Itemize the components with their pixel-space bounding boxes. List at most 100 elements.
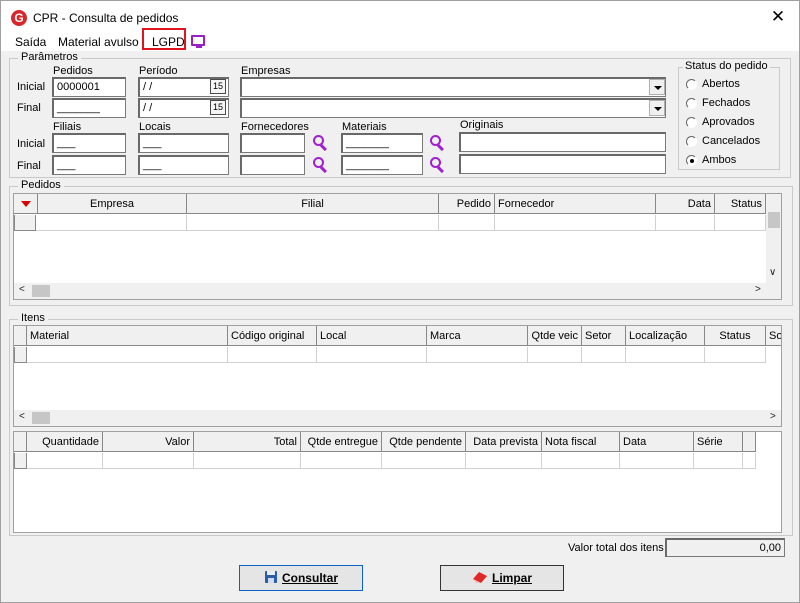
table-cell[interactable]	[194, 453, 301, 469]
table-cell[interactable]	[715, 215, 766, 231]
table-cell[interactable]	[620, 453, 694, 469]
table-cell[interactable]	[694, 453, 743, 469]
table-cell[interactable]	[27, 453, 103, 469]
filial-inicial-input[interactable]: ___	[52, 133, 126, 153]
original-inicial-input[interactable]	[459, 132, 666, 152]
table-cell[interactable]	[705, 347, 766, 363]
table-cell[interactable]	[439, 215, 495, 231]
pedidos-grid[interactable]: Empresa Filial Pedido Fornecedor Data St…	[13, 193, 782, 300]
empresa-inicial-select[interactable]	[240, 77, 666, 97]
limpar-button[interactable]: Limpar	[440, 565, 564, 591]
radio-ambos[interactable]	[686, 155, 697, 166]
col-setor[interactable]: Setor	[582, 326, 626, 346]
close-button[interactable]: ✕	[763, 4, 793, 30]
table-cell[interactable]	[542, 453, 620, 469]
col-filial[interactable]: Filial	[187, 194, 439, 214]
col-data-item[interactable]: Data	[620, 432, 694, 452]
pedido-inicial-input[interactable]: 0000001	[52, 77, 126, 97]
radio-aprovados[interactable]	[686, 117, 697, 128]
table-cell[interactable]	[301, 453, 382, 469]
radio-cancelados[interactable]	[686, 136, 697, 147]
col-material[interactable]: Material	[27, 326, 228, 346]
search-fornecedor-inicial-icon[interactable]	[311, 134, 329, 152]
pedidos-vscroll[interactable]: ∨	[766, 194, 781, 283]
consultar-button[interactable]: Consultar	[239, 565, 363, 591]
pedidos-hscroll[interactable]: < >	[14, 283, 781, 299]
table-cell[interactable]	[187, 215, 439, 231]
original-final-input[interactable]	[459, 154, 666, 174]
calendar-inicial-icon[interactable]: 15	[210, 79, 226, 94]
col-qtde-veic[interactable]: Qtde veic	[528, 326, 582, 346]
col-serie[interactable]: Série	[694, 432, 743, 452]
col-status[interactable]: Status	[715, 194, 766, 214]
table-cell[interactable]	[582, 347, 626, 363]
scroll-down-icon[interactable]: ∨	[769, 267, 776, 278]
fornecedor-final-input[interactable]	[240, 155, 305, 175]
col-valor[interactable]: Valor	[103, 432, 194, 452]
monitor-icon[interactable]	[191, 35, 205, 48]
material-inicial-input[interactable]: _______	[341, 133, 423, 153]
table-cell[interactable]	[495, 215, 656, 231]
table-cell[interactable]	[103, 453, 194, 469]
row-indicator[interactable]	[14, 215, 36, 231]
table-cell[interactable]	[27, 347, 228, 363]
col-fornecedor[interactable]: Fornecedor	[495, 194, 656, 214]
table-cell[interactable]	[626, 347, 705, 363]
itens-detail-grid[interactable]: Quantidade Valor Total Qtde entregue Qtd…	[13, 431, 782, 533]
col-marca[interactable]: Marca	[427, 326, 528, 346]
table-cell[interactable]	[382, 453, 466, 469]
empresa-final-select[interactable]	[240, 98, 666, 118]
scroll-thumb[interactable]	[32, 412, 50, 424]
itens-hscroll[interactable]: < >	[14, 410, 781, 426]
col-so[interactable]: So	[766, 326, 781, 346]
col-qtde-pendente[interactable]: Qtde pendente	[382, 432, 466, 452]
table-cell[interactable]	[427, 347, 528, 363]
scroll-left-icon[interactable]: <	[19, 284, 25, 295]
table-cell[interactable]	[656, 215, 715, 231]
scroll-right-icon[interactable]: >	[755, 284, 761, 295]
empresa-inicial-dropdown-icon[interactable]	[649, 79, 665, 95]
row-indicator[interactable]	[14, 347, 27, 363]
empresa-final-dropdown-icon[interactable]	[649, 100, 665, 116]
scroll-left-icon[interactable]: <	[19, 411, 25, 422]
col-total[interactable]: Total	[194, 432, 301, 452]
material-final-input[interactable]: _______	[341, 155, 423, 175]
itens-grid[interactable]: Material Código original Local Marca Qtd…	[13, 325, 782, 427]
col-codigo-original[interactable]: Código original	[228, 326, 317, 346]
table-cell[interactable]	[528, 347, 582, 363]
scroll-thumb[interactable]	[32, 285, 50, 297]
local-inicial-input[interactable]: ___	[138, 133, 229, 153]
search-material-inicial-icon[interactable]	[428, 134, 446, 152]
col-pedido[interactable]: Pedido	[439, 194, 495, 214]
col-data-prevista[interactable]: Data prevista	[466, 432, 542, 452]
table-cell[interactable]	[228, 347, 317, 363]
radio-abertos[interactable]	[686, 79, 697, 90]
scroll-thumb[interactable]	[768, 212, 780, 228]
local-final-input[interactable]: ___	[138, 155, 229, 175]
menu-material-avulso[interactable]: Material avulso	[58, 35, 139, 49]
table-cell[interactable]	[466, 453, 542, 469]
radio-fechados[interactable]	[686, 98, 697, 109]
col-empresa[interactable]: Empresa	[38, 194, 187, 214]
col-local[interactable]: Local	[317, 326, 427, 346]
col-qtde-entregue[interactable]: Qtde entregue	[301, 432, 382, 452]
calendar-final-icon[interactable]: 15	[210, 100, 226, 115]
filial-final-input[interactable]: ___	[52, 155, 126, 175]
fornecedor-inicial-input[interactable]	[240, 133, 305, 153]
col-data[interactable]: Data	[656, 194, 715, 214]
scroll-right-icon[interactable]: >	[770, 411, 776, 422]
menu-saida[interactable]: Saída	[15, 35, 46, 49]
col-quantidade[interactable]: Quantidade	[27, 432, 103, 452]
pedidos-sort-header[interactable]	[14, 194, 38, 214]
col-status-item[interactable]: Status	[705, 326, 766, 346]
col-localizacao[interactable]: Localização	[626, 326, 705, 346]
table-cell[interactable]	[36, 215, 187, 231]
col-nota-fiscal[interactable]: Nota fiscal	[542, 432, 620, 452]
window-title: CPR - Consulta de pedidos	[33, 11, 179, 25]
table-cell[interactable]	[743, 453, 756, 469]
row-indicator[interactable]	[14, 453, 27, 469]
pedido-final-input[interactable]: _______	[52, 98, 126, 118]
search-material-final-icon[interactable]	[428, 156, 446, 174]
search-fornecedor-final-icon[interactable]	[311, 156, 329, 174]
table-cell[interactable]	[317, 347, 427, 363]
